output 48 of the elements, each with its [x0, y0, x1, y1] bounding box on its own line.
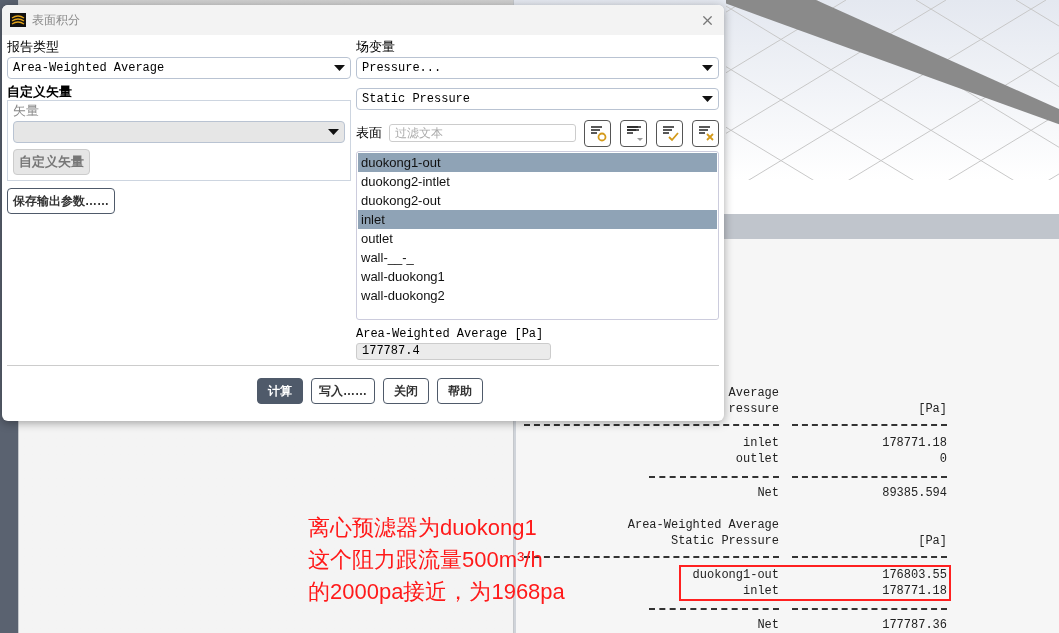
list-clear-icon[interactable] — [692, 119, 719, 147]
caret-icon — [328, 128, 339, 136]
field-label: 报告类型 — [7, 38, 60, 55]
report-type-dropdown[interactable]: Area-Weighted Average — [7, 57, 351, 79]
console-net-value: 89385.594 — [882, 485, 947, 501]
list-item[interactable]: inlet — [358, 210, 717, 229]
console-row-label: outlet — [735, 451, 779, 467]
console-heading-label: Area-Weighted Average — [627, 517, 779, 533]
list-check-icon[interactable] — [656, 119, 683, 147]
console-heading-label: Static Pressure — [670, 533, 779, 549]
save-parameters-button[interactable]: 保存输出参数…… — [7, 188, 115, 214]
console-row-label: duokong1-out — [692, 567, 779, 583]
filter-input[interactable]: 过滤文本 — [389, 124, 576, 142]
list-item[interactable]: duokong1-out — [358, 153, 717, 172]
console-row-value: 178771.18 — [882, 583, 947, 599]
list-dropdown-icon[interactable] — [620, 119, 647, 147]
caret-icon — [702, 64, 713, 72]
annotation-line: 这个阻力跟流量500m³/h — [308, 546, 544, 574]
console-row-value: 178771.18 — [882, 435, 947, 451]
console-net-value: 177787.36 — [882, 617, 947, 633]
console-row-value: 176803.55 — [882, 567, 947, 583]
console-heading-value: [Pa] — [918, 533, 947, 549]
console-row-value: 0 — [939, 451, 947, 467]
dialog-button[interactable]: 帮助 — [437, 378, 483, 404]
caret-icon — [334, 64, 345, 72]
window-title: 表面积分 — [32, 12, 81, 29]
console-net-label: Net — [757, 485, 779, 501]
field-category-dropdown[interactable]: Pressure... — [356, 57, 719, 79]
field-label: 表面 — [356, 124, 383, 143]
caret-icon — [702, 95, 713, 103]
app-logo-icon — [10, 13, 26, 27]
annotation-line: 离心预滤器为duokong1 — [308, 514, 538, 542]
field-variable-dropdown[interactable]: Static Pressure — [356, 88, 719, 110]
result-field: 177787.4 — [356, 343, 551, 360]
dialog-button[interactable]: 写入…… — [311, 378, 375, 404]
console-heading-label: ressure — [728, 401, 779, 417]
field-label: 场变量 — [356, 38, 396, 55]
console-heading-value: [Pa] — [918, 401, 947, 417]
dialog-button[interactable]: 关闭 — [383, 378, 429, 404]
console-row-label: inlet — [743, 583, 779, 599]
field-label: 矢量 — [13, 102, 40, 120]
console-net-label: Net — [757, 617, 779, 633]
dialog-button[interactable]: 计算 — [257, 378, 303, 404]
result-label: Area-Weighted Average [Pa] — [356, 326, 545, 342]
annotation-line: 的2000pa接近，为1968pa — [308, 578, 565, 606]
console-heading-label: Average — [728, 385, 779, 401]
console-row-label: inlet — [743, 435, 779, 451]
group-heading: 自定义矢量 — [7, 83, 73, 100]
